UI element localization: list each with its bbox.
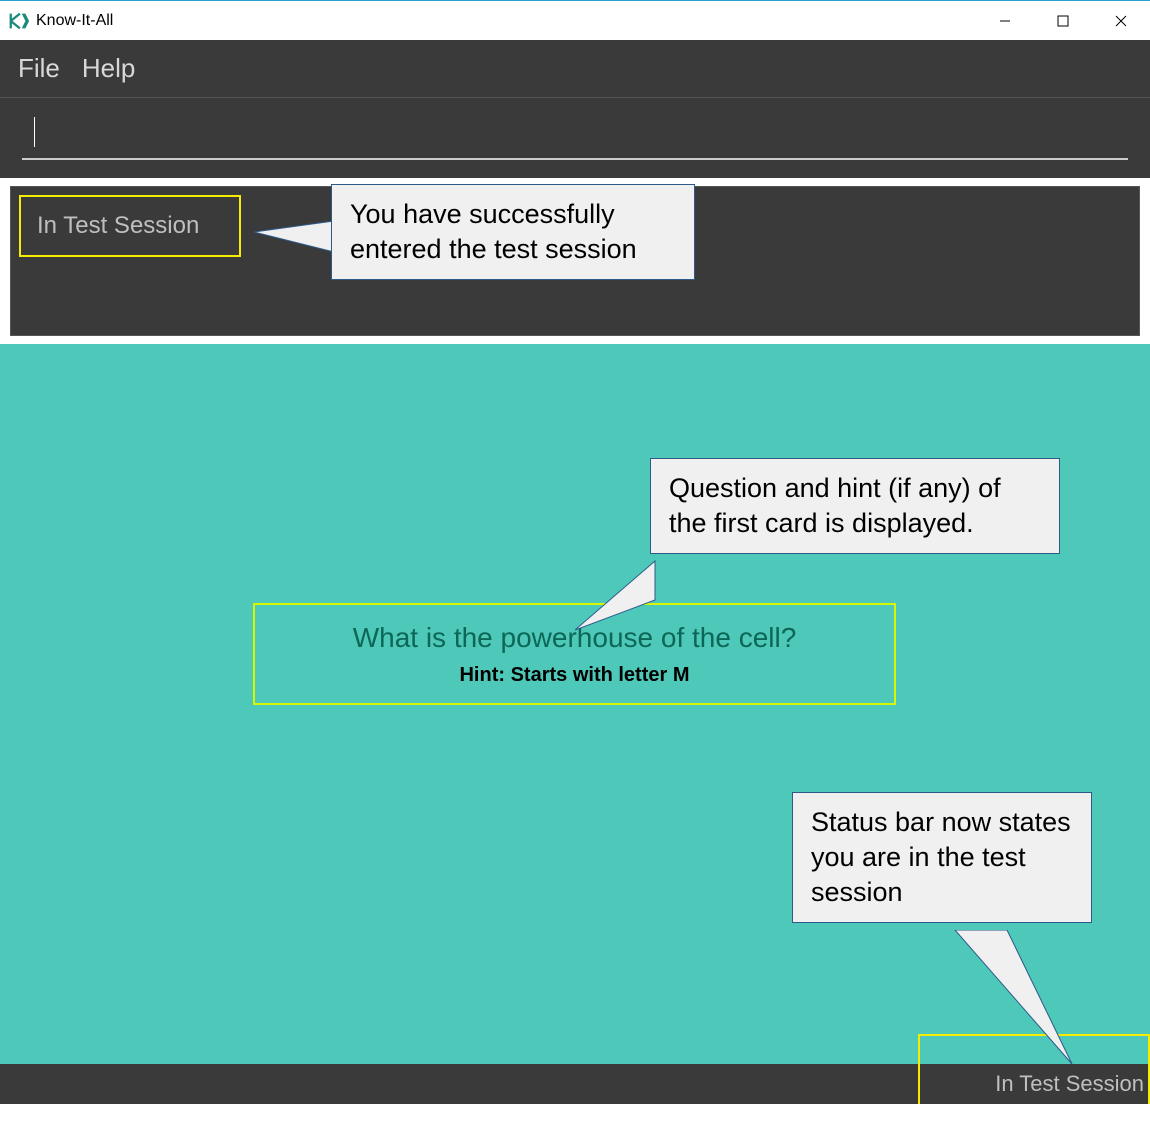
statusbar-text: In Test Session	[995, 1071, 1144, 1097]
menu-help[interactable]: Help	[82, 53, 135, 84]
text-cursor	[34, 117, 35, 147]
menubar: File Help	[0, 40, 1150, 98]
close-button[interactable]	[1092, 1, 1150, 41]
callout-3-tail	[952, 930, 1082, 1070]
callout-session-entered: You have successfully entered the test s…	[331, 184, 695, 280]
window-controls	[976, 1, 1150, 41]
session-label-highlight: In Test Session	[19, 195, 241, 257]
command-input[interactable]	[22, 108, 1128, 160]
callout-question-displayed: Question and hint (if any) of the first …	[650, 458, 1060, 554]
app-icon	[8, 10, 30, 32]
statusbar: In Test Session	[0, 1064, 1150, 1104]
session-label: In Test Session	[37, 212, 199, 240]
callout-2-tail	[575, 560, 665, 640]
callout-statusbar: Status bar now states you are in the tes…	[792, 792, 1092, 923]
input-area	[0, 98, 1150, 178]
hint-text: Hint: Starts with letter M	[459, 664, 689, 687]
minimize-button[interactable]	[976, 1, 1034, 41]
maximize-button[interactable]	[1034, 1, 1092, 41]
titlebar: Know-It-All	[0, 0, 1150, 40]
menu-file[interactable]: File	[18, 53, 60, 84]
titlebar-left: Know-It-All	[8, 10, 113, 32]
app-title: Know-It-All	[36, 12, 113, 30]
